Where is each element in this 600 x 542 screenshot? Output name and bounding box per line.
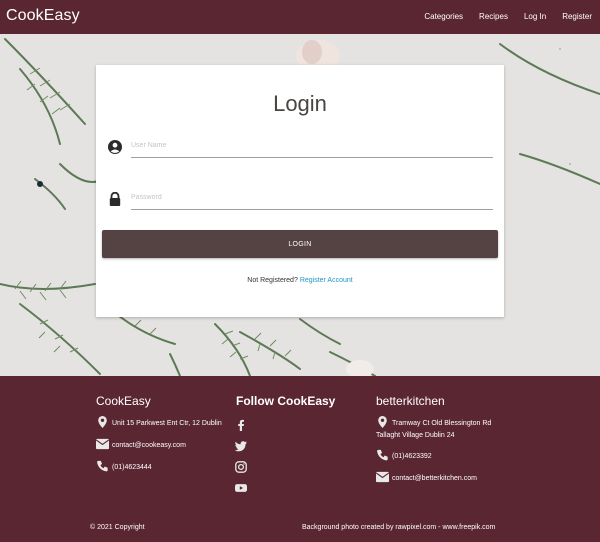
login-button[interactable]: LOGIN xyxy=(102,230,498,258)
user-circle-icon xyxy=(108,140,122,154)
nav-link-recipes[interactable]: Recipes xyxy=(479,12,508,21)
lock-icon xyxy=(109,192,121,206)
nav-link-register[interactable]: Register xyxy=(562,12,592,21)
facebook-icon[interactable] xyxy=(235,419,247,431)
password-field-group xyxy=(108,186,493,212)
address-text: Unit 15 Parkwest Ent Ctr, 12 Dublin xyxy=(112,420,222,427)
register-account-link[interactable]: Register Account xyxy=(300,277,353,284)
map-marker-icon xyxy=(98,416,107,428)
footer-betterkitchen-address-line2: Tallaght Village Dublin 24 xyxy=(376,431,454,441)
username-field-group xyxy=(108,134,493,160)
footer-betterkitchen-email: contact@betterkitchen.com xyxy=(376,471,477,484)
footer-cookeasy-heading: CookEasy xyxy=(96,394,151,408)
footer-betterkitchen-heading: betterkitchen xyxy=(376,394,445,408)
copyright-text: © 2021 Copyright xyxy=(90,524,145,531)
photo-credit-text[interactable]: Background photo created by rawpixel.com… xyxy=(302,524,495,531)
login-title: Login xyxy=(273,91,327,116)
youtube-icon[interactable] xyxy=(235,482,247,494)
phone-text: (01)4623444 xyxy=(112,464,152,471)
login-card: Login LOGIN Not Registered? Register Acc… xyxy=(96,65,504,317)
envelope-icon xyxy=(376,471,389,483)
email-text[interactable]: contact@betterkitchen.com xyxy=(392,471,477,484)
nav-link-login[interactable]: Log In xyxy=(524,12,546,21)
footer-follow-heading: Follow CookEasy xyxy=(236,394,336,408)
footer-cookeasy-email: contact@cookeasy.com xyxy=(96,438,186,451)
address-line2-text: Tallaght Village Dublin 24 xyxy=(376,432,455,439)
email-text[interactable]: contact@cookeasy.com xyxy=(112,438,186,451)
nav-links: Categories Recipes Log In Register xyxy=(408,12,592,21)
twitter-icon[interactable] xyxy=(235,440,247,452)
brand-logo[interactable]: CookEasy xyxy=(6,7,80,25)
not-registered-text: Not Registered? xyxy=(247,277,298,284)
password-input[interactable] xyxy=(131,186,493,210)
phone-text: (01)4623392 xyxy=(392,453,432,460)
nav-link-categories[interactable]: Categories xyxy=(424,12,463,21)
instagram-icon[interactable] xyxy=(235,461,247,473)
phone-icon xyxy=(377,449,388,461)
username-input[interactable] xyxy=(131,134,493,158)
footer-betterkitchen-address: Tramway Ct Old Blessington Rd xyxy=(376,416,491,429)
map-marker-icon xyxy=(378,416,387,428)
address-line1-text: Tramway Ct Old Blessington Rd xyxy=(392,420,492,427)
phone-icon xyxy=(97,460,108,472)
footer-betterkitchen-phone: (01)4623392 xyxy=(376,449,432,462)
envelope-icon xyxy=(96,438,109,450)
footer-cookeasy-phone: (01)4623444 xyxy=(96,460,152,473)
register-prompt: Not Registered? Register Account xyxy=(96,277,504,284)
navbar: CookEasy Categories Recipes Log In Regis… xyxy=(0,0,600,34)
footer-cookeasy-address: Unit 15 Parkwest Ent Ctr, 12 Dublin xyxy=(96,416,222,429)
footer: CookEasy Unit 15 Parkwest Ent Ctr, 12 Du… xyxy=(0,376,600,542)
